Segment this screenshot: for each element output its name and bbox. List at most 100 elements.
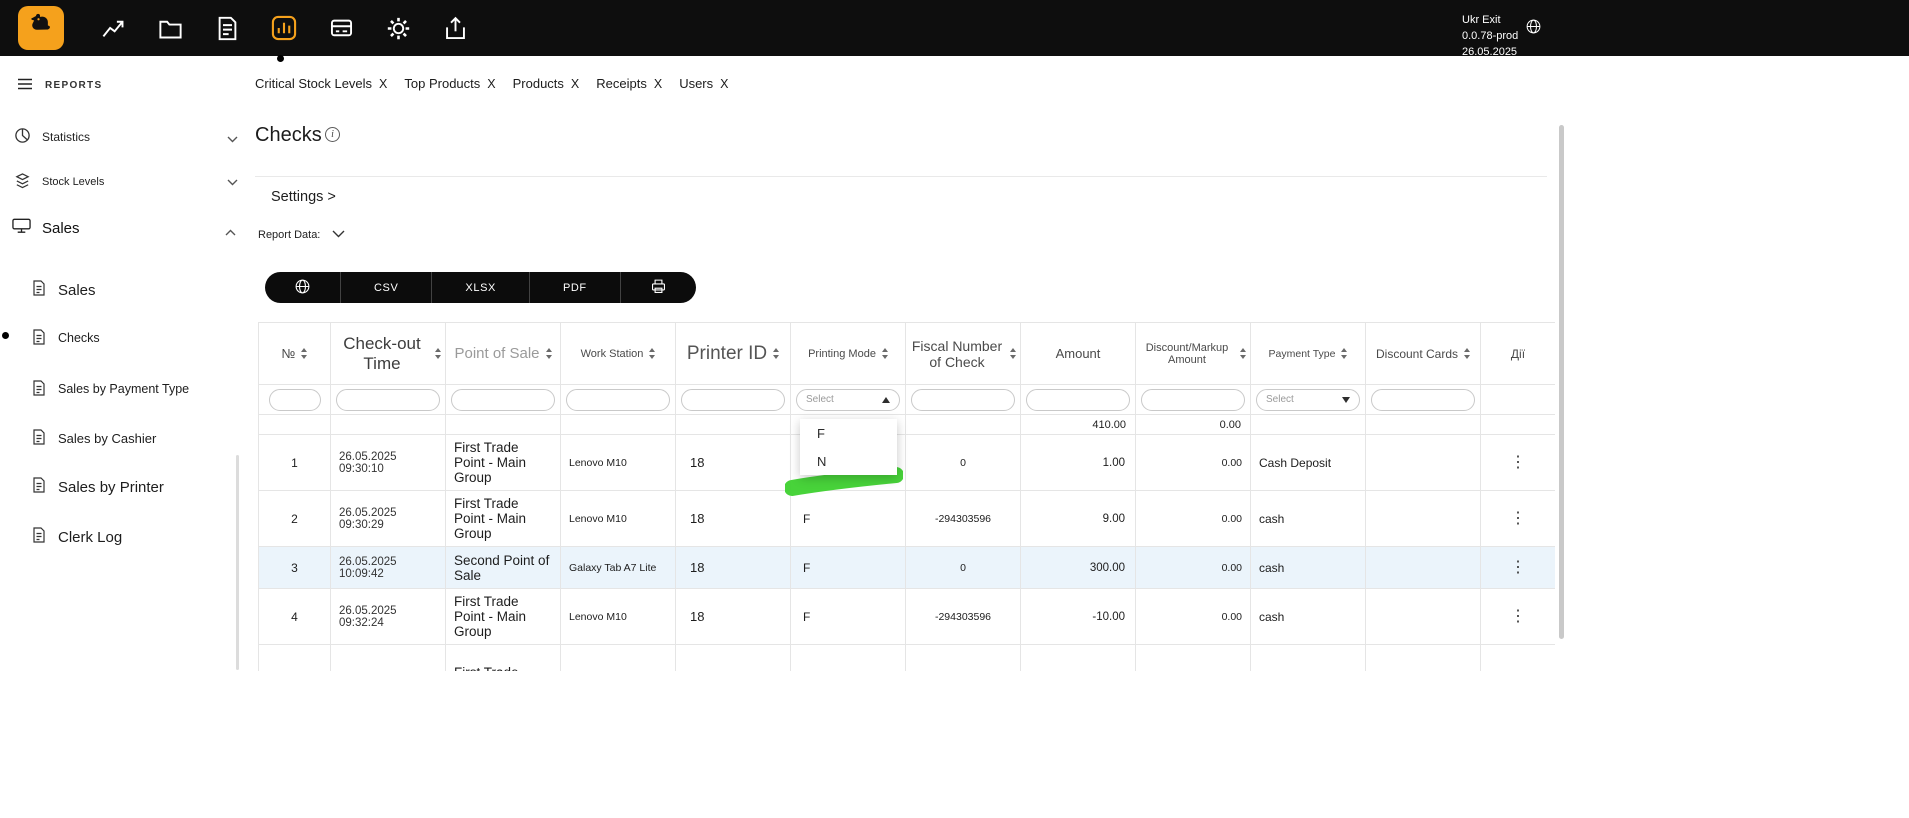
dropdown-option-n[interactable]: N	[800, 447, 897, 475]
sort-toggle[interactable]	[1464, 348, 1471, 359]
col-header-point-of-sale[interactable]: Point of Sale	[445, 322, 561, 385]
cell-cards	[1365, 546, 1481, 589]
col-header-fiscal-number[interactable]: Fiscal Number of Check	[905, 322, 1021, 385]
chevron-down-icon[interactable]	[332, 229, 345, 241]
folder-nav-icon[interactable]	[155, 13, 185, 43]
close-icon[interactable]: X	[571, 77, 579, 91]
sidebar-header-reports[interactable]: REPORTS	[18, 73, 218, 97]
table-row-partial[interactable]: First Trade	[258, 644, 1555, 671]
sidebar-section-sales[interactable]: Sales	[12, 216, 252, 240]
sidebar-section-label: Sales	[42, 219, 80, 237]
share-export-icon[interactable]	[440, 13, 470, 43]
sidebar-item-sales[interactable]: Sales	[32, 278, 272, 302]
sidebar-item-label: Clerk Log	[58, 528, 123, 546]
table-row[interactable]: 1 26.05.2025 09:30:10 First Trade Point …	[258, 434, 1555, 491]
col-header-work-station[interactable]: Work Station	[560, 322, 676, 385]
sort-toggle[interactable]	[1240, 348, 1246, 359]
hamburger-menu-icon[interactable]	[18, 78, 34, 93]
filter-point-of-sale-input[interactable]	[451, 388, 555, 411]
sort-toggle[interactable]	[881, 348, 888, 359]
filter-amount-input[interactable]	[1026, 388, 1130, 411]
analytics-nav-icon[interactable]	[98, 13, 128, 43]
col-header-checkout-time[interactable]: Check-out Time	[330, 322, 446, 385]
sort-toggle[interactable]	[1010, 348, 1016, 359]
cell-amount: 9.00	[1020, 490, 1136, 547]
app-logo[interactable]	[18, 6, 64, 50]
filter-discount-cards-input[interactable]	[1371, 388, 1475, 411]
column-label: Payment Type	[1268, 347, 1336, 360]
sidebar-item-checks[interactable]: Checks	[32, 326, 272, 350]
sidebar-item-label: Stock Levels	[42, 176, 105, 188]
table-row[interactable]: 2 26.05.2025 09:30:29 First Trade Point …	[258, 490, 1555, 547]
tab-receipts[interactable]: Receipts X	[596, 76, 662, 91]
column-label: Work Station	[580, 347, 644, 360]
sidebar-item-stock-levels[interactable]: Stock Levels	[14, 170, 254, 194]
close-icon[interactable]: X	[654, 77, 662, 91]
print-button[interactable]	[621, 272, 696, 303]
column-label: Amount	[1055, 346, 1101, 361]
col-header-payment-type[interactable]: Payment Type	[1250, 322, 1366, 385]
printing-mode-filter-select[interactable]: Select	[796, 388, 900, 411]
globe-icon[interactable]	[1525, 18, 1542, 35]
build-date: 26.05.2025	[1462, 45, 1518, 58]
filter-work-station-input[interactable]	[566, 388, 670, 411]
column-label: Check-out Time	[343, 333, 421, 373]
chevron-down-icon[interactable]	[227, 177, 238, 189]
sort-toggle[interactable]	[545, 348, 552, 359]
col-header-amount[interactable]: Amount	[1020, 322, 1136, 385]
page-scrollbar[interactable]	[1559, 125, 1564, 639]
close-icon[interactable]: X	[487, 77, 495, 91]
filter-fiscal-number-input[interactable]	[911, 388, 1015, 411]
table-row-highlighted[interactable]: 3 26.05.2025 10:09:42 Second Point of Sa…	[258, 546, 1555, 589]
col-header-num[interactable]: №	[258, 322, 331, 385]
sort-toggle[interactable]	[649, 348, 656, 359]
tab-critical-stock-levels[interactable]: Critical Stock Levels X	[255, 76, 387, 91]
tab-products[interactable]: Products X	[513, 76, 580, 91]
col-header-discount-markup[interactable]: Discount/Markup Amount	[1135, 322, 1251, 385]
kebab-menu-icon[interactable]: ⋮	[1510, 559, 1526, 576]
kebab-menu-icon[interactable]: ⋮	[1510, 454, 1526, 471]
language-label[interactable]: Ukr Exit	[1462, 13, 1501, 29]
kebab-menu-icon[interactable]: ⋮	[1510, 510, 1526, 527]
sort-toggle[interactable]	[435, 348, 441, 359]
col-header-discount-cards[interactable]: Discount Cards	[1365, 322, 1481, 385]
filter-num-input[interactable]	[268, 388, 321, 411]
tab-top-products[interactable]: Top Products X	[404, 76, 495, 91]
kebab-menu-icon[interactable]: ⋮	[1510, 608, 1526, 625]
dropdown-option-f[interactable]: F	[800, 419, 897, 447]
chevron-down-icon[interactable]	[227, 132, 238, 146]
document-nav-icon[interactable]	[212, 13, 242, 43]
tab-users[interactable]: Users X	[679, 76, 728, 91]
cell-cards	[1365, 434, 1481, 491]
sort-toggle[interactable]	[1341, 348, 1348, 359]
sidebar-item-sales-by-cashier[interactable]: Sales by Cashier	[32, 426, 272, 450]
column-label: Дії	[1510, 346, 1526, 361]
sort-toggle[interactable]	[301, 348, 308, 359]
payment-type-filter-select[interactable]: Select	[1256, 388, 1360, 411]
xlsx-export-button[interactable]: XLSX	[432, 272, 530, 303]
web-export-button[interactable]	[265, 272, 341, 303]
settings-link[interactable]: Settings >	[271, 189, 336, 205]
sidebar-item-statistics[interactable]: Statistics	[14, 125, 254, 149]
printer-icon	[650, 278, 667, 298]
chevron-up-icon[interactable]	[225, 223, 236, 240]
info-icon[interactable]: i	[325, 127, 340, 142]
sort-toggle[interactable]	[773, 348, 780, 359]
sidebar-scrollbar[interactable]	[236, 455, 239, 670]
filter-printer-id-input[interactable]	[681, 388, 785, 411]
filter-checkout-time-input[interactable]	[336, 388, 440, 411]
sidebar-item-sales-by-payment-type[interactable]: Sales by Payment Type	[32, 377, 272, 401]
close-icon[interactable]: X	[720, 77, 728, 91]
pdf-export-button[interactable]: PDF	[530, 272, 621, 303]
report-data-toggle[interactable]: Report Data:	[258, 229, 345, 241]
col-header-printing-mode[interactable]: Printing Mode	[790, 322, 906, 385]
settings-gear-icon[interactable]	[383, 13, 413, 43]
terminal-nav-icon[interactable]	[326, 13, 356, 43]
close-icon[interactable]: X	[379, 77, 387, 91]
filter-discount-input[interactable]	[1141, 388, 1245, 411]
stock-levels-icon	[14, 172, 31, 192]
col-header-printer-id[interactable]: Printer ID	[675, 322, 791, 385]
table-row[interactable]: 4 26.05.2025 09:32:24 First Trade Point …	[258, 588, 1555, 645]
reports-nav-icon-active[interactable]	[269, 13, 299, 43]
csv-export-button[interactable]: CSV	[341, 272, 433, 303]
